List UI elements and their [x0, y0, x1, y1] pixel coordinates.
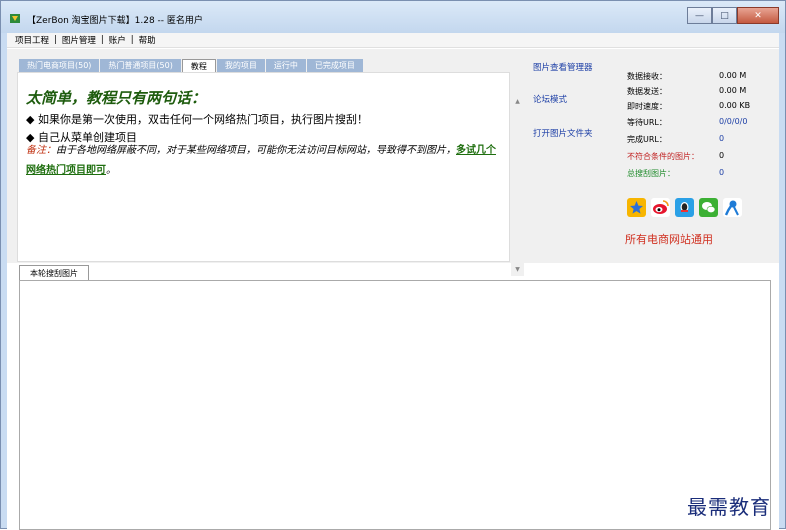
- app-logo-icon: [10, 14, 20, 23]
- window-title: 【ZerBon 淘宝图片下载】1.28 -- 匿名用户: [27, 16, 203, 26]
- project-tabs: 热门电商项目(50) 热门普通项目(50) 教程 我的项目 运行中 已完成项目: [19, 59, 364, 72]
- minimize-icon: —: [695, 10, 704, 21]
- maximize-button[interactable]: □: [712, 7, 737, 24]
- stat-label: 等待URL：: [627, 118, 667, 127]
- tutorial-scrollbar[interactable]: ▲ ▼: [511, 96, 524, 276]
- forum-mode-link[interactable]: 论坛模式: [533, 93, 567, 105]
- menu-separator: |: [100, 35, 104, 45]
- tutorial-heading: 太简单，教程只有两句话：: [26, 89, 207, 107]
- qzone-icon[interactable]: [627, 198, 646, 217]
- tagline: 所有电商网站通用: [625, 233, 713, 246]
- tab-completed[interactable]: 已完成项目: [306, 59, 363, 72]
- tutorial-panel: 太简单，教程只有两句话： ◆ 如果你是第一次使用，双击任何一个网络热门项目，执行…: [17, 72, 510, 262]
- menu-help[interactable]: 帮助: [139, 34, 156, 46]
- image-list-panel[interactable]: [19, 280, 771, 530]
- stat-label: 不符合条件的图片：: [627, 152, 699, 161]
- stat-label: 数据接收：: [627, 72, 667, 81]
- stat-label: 总搜刮图片：: [627, 169, 675, 178]
- menu-separator: |: [130, 35, 134, 45]
- qq-icon[interactable]: [675, 198, 694, 217]
- minimize-button[interactable]: —: [687, 7, 712, 24]
- menu-image-manage[interactable]: 图片管理: [62, 34, 96, 46]
- tencent-weibo-icon[interactable]: [723, 198, 742, 217]
- client-area: 项目工程 | 图片管理 | 账户 | 帮助 热门电商项目(50) 热门普通项目(…: [7, 33, 779, 530]
- stat-value: 0: [719, 168, 725, 177]
- image-viewer-link[interactable]: 图片查看管理器: [533, 61, 593, 73]
- wechat-icon[interactable]: [699, 198, 718, 217]
- note-end: 。: [106, 165, 116, 176]
- tab-hot-ecommerce[interactable]: 热门电商项目(50): [19, 59, 100, 72]
- stat-value: 0.00 M: [719, 71, 747, 80]
- top-area: 热门电商项目(50) 热门普通项目(50) 教程 我的项目 运行中 已完成项目 …: [7, 49, 779, 276]
- stat-value: 0: [719, 134, 725, 143]
- weibo-icon[interactable]: [651, 198, 670, 217]
- menu-bar: 项目工程 | 图片管理 | 账户 | 帮助: [7, 33, 779, 48]
- stat-label: 完成URL：: [627, 135, 667, 144]
- stat-label: 数据发送：: [627, 87, 667, 96]
- note-text: 由于各地网络屏蔽不同，对于某些网络项目，可能你无法访问目标网站，导致得不到图片，: [56, 145, 456, 156]
- stat-value: 0: [719, 151, 725, 160]
- tab-hot-general[interactable]: 热门普通项目(50): [100, 59, 181, 72]
- scroll-up-icon[interactable]: ▲: [511, 96, 524, 108]
- stat-value: 0.00 KB: [719, 101, 751, 110]
- tab-running[interactable]: 运行中: [265, 59, 306, 72]
- title-bar[interactable]: 【ZerBon 淘宝图片下载】1.28 -- 匿名用户 — □ ✕: [1, 1, 785, 33]
- open-image-folder-link[interactable]: 打开图片文件夹: [533, 127, 593, 139]
- tutorial-note: 备注：由于各地网络屏蔽不同，对于某些网络项目，可能你无法访问目标网站，导致得不到…: [26, 141, 496, 181]
- tab-my-projects[interactable]: 我的项目: [216, 59, 265, 72]
- app-window: 【ZerBon 淘宝图片下载】1.28 -- 匿名用户 — □ ✕ 项目工程 |…: [0, 0, 786, 530]
- close-button[interactable]: ✕: [737, 7, 779, 24]
- close-icon: ✕: [754, 10, 762, 21]
- menu-account[interactable]: 账户: [109, 34, 126, 46]
- menu-separator: |: [54, 35, 57, 45]
- tutorial-line-1: ◆ 如果你是第一次使用，双击任何一个网络热门项目，执行图片搜刮！: [26, 113, 368, 126]
- maximize-icon: □: [720, 10, 729, 21]
- note-label: 备注：: [26, 145, 56, 156]
- tab-tutorial[interactable]: 教程: [181, 59, 216, 72]
- stat-label: 即时速度：: [627, 102, 667, 111]
- scroll-down-icon[interactable]: ▼: [511, 264, 524, 276]
- tab-current-images[interactable]: 本轮搜刮图片: [19, 265, 89, 280]
- stat-value: 0/0/0/0: [719, 117, 748, 126]
- watermark: 最需教育: [687, 495, 771, 519]
- share-icons: [627, 198, 747, 217]
- menu-project[interactable]: 项目工程: [15, 34, 49, 46]
- stat-value: 0.00 M: [719, 86, 747, 95]
